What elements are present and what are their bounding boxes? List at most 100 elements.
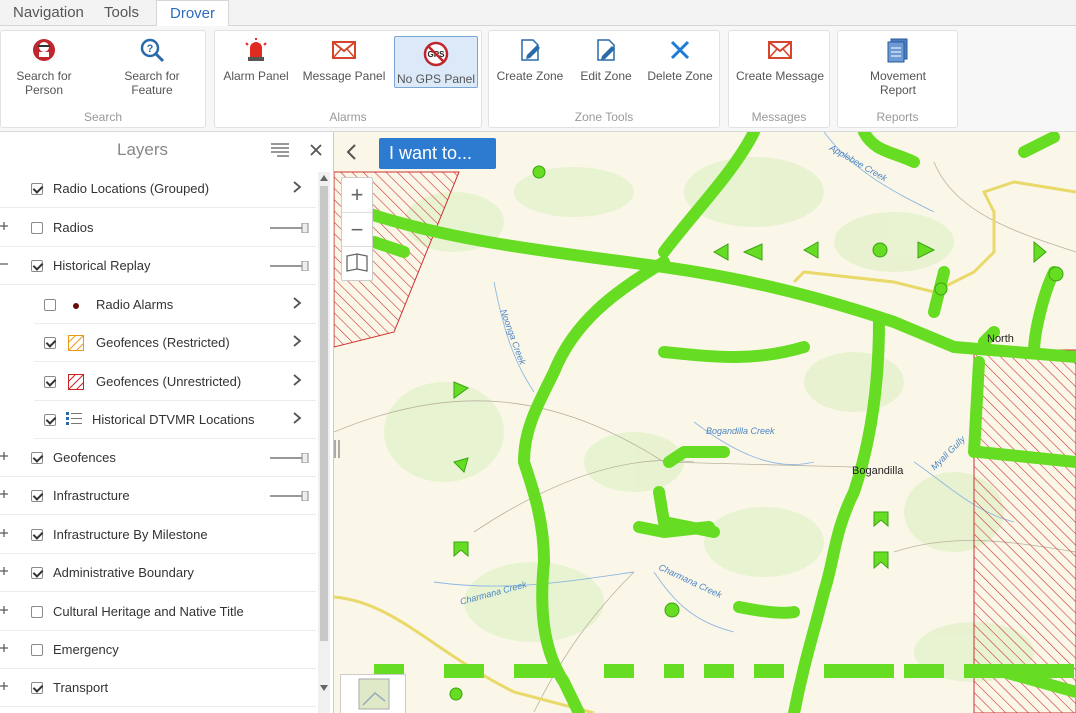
- panel-splitter-handle[interactable]: [334, 440, 340, 458]
- layer-label: Cultural Heritage and Native Title: [53, 604, 244, 619]
- tab-bar: Navigation Tools Drover: [0, 0, 1076, 27]
- layer-row-infrastructure[interactable]: Infrastructure: [0, 477, 316, 515]
- layer-row-transport[interactable]: Transport: [0, 669, 316, 707]
- layer-checkbox[interactable]: [44, 376, 56, 388]
- group-label-messages: Messages: [751, 110, 807, 124]
- expand-plus-icon[interactable]: [0, 566, 10, 576]
- search-for-feature-button[interactable]: ? Search for Feature: [117, 37, 187, 97]
- layer-checkbox[interactable]: [31, 222, 43, 234]
- layer-checkbox[interactable]: [44, 414, 56, 426]
- layer-row-radios[interactable]: Radios: [0, 209, 316, 247]
- group-label-zone-tools: Zone Tools: [574, 110, 634, 124]
- group-label-search: Search: [83, 110, 123, 124]
- chevron-right-icon[interactable]: [290, 373, 304, 387]
- orange-hatch-swatch-icon: [68, 335, 84, 351]
- layer-checkbox[interactable]: [31, 183, 43, 195]
- opacity-slider[interactable]: [270, 453, 310, 463]
- layer-row-administrative-boundary[interactable]: Administrative Boundary: [0, 554, 316, 592]
- zoom-out-button[interactable]: −: [342, 212, 372, 246]
- group-label-alarms: Alarms: [329, 110, 367, 124]
- layer-label: Geofences: [53, 450, 116, 465]
- ribbon-group-search: Search for Person ? Search for Feature S…: [0, 30, 206, 128]
- layer-label: Administrative Boundary: [53, 565, 194, 580]
- ribbon-group-messages: Create Message Messages: [728, 30, 830, 128]
- layers-scrollbar[interactable]: [318, 172, 330, 713]
- search-for-feature-label: Search for Feature: [124, 69, 180, 97]
- tab-navigation[interactable]: Navigation: [0, 0, 97, 26]
- chevron-right-icon[interactable]: [290, 296, 304, 310]
- movement-report-label: Movement Report: [869, 69, 927, 97]
- chevron-right-icon[interactable]: [290, 180, 304, 194]
- no-gps-panel-label: No GPS Panel: [396, 72, 476, 86]
- opacity-slider[interactable]: [270, 491, 310, 501]
- layer-checkbox[interactable]: [31, 644, 43, 656]
- delete-x-icon: [670, 40, 690, 60]
- collapse-minus-icon[interactable]: [0, 259, 10, 269]
- expand-plus-icon[interactable]: [0, 681, 10, 691]
- create-zone-button[interactable]: Create Zone: [495, 37, 565, 83]
- chevron-right-icon[interactable]: [290, 334, 304, 348]
- alarm-panel-button[interactable]: Alarm Panel: [221, 37, 291, 83]
- layer-label: Historical Replay: [53, 258, 151, 273]
- scroll-down-icon[interactable]: [320, 685, 328, 691]
- expand-plus-icon[interactable]: [0, 643, 10, 653]
- layer-checkbox[interactable]: [44, 299, 56, 311]
- layer-checkbox[interactable]: [31, 260, 43, 272]
- expand-plus-icon[interactable]: [0, 528, 10, 538]
- layer-checkbox[interactable]: [31, 490, 43, 502]
- expand-plus-icon[interactable]: [0, 605, 10, 615]
- layer-checkbox[interactable]: [31, 682, 43, 694]
- bookmark-button[interactable]: [342, 246, 372, 280]
- scrollbar-thumb[interactable]: [320, 186, 328, 641]
- opacity-slider[interactable]: [270, 223, 310, 233]
- layer-checkbox[interactable]: [31, 452, 43, 464]
- i-want-to-button[interactable]: I want to...: [379, 138, 496, 169]
- map-view[interactable]: North Bogandilla Applebee Creek Noonga C…: [334, 132, 1076, 713]
- menu-icon[interactable]: [271, 143, 289, 157]
- layer-checkbox[interactable]: [44, 337, 56, 349]
- layer-row-geofences[interactable]: Geofences: [0, 439, 316, 477]
- edit-zone-label: Edit Zone: [580, 69, 632, 83]
- no-gps-icon: GPS: [423, 41, 449, 67]
- map-canvas[interactable]: [334, 132, 1076, 713]
- close-icon[interactable]: [310, 144, 322, 156]
- scroll-up-icon[interactable]: [320, 175, 328, 181]
- message-panel-button[interactable]: Message Panel: [301, 37, 387, 83]
- basemap-thumbnail[interactable]: [340, 674, 406, 713]
- create-message-label: Create Message: [735, 69, 825, 83]
- layer-row-geofences-restricted[interactable]: Geofences (Restricted): [34, 324, 316, 362]
- delete-zone-button[interactable]: Delete Zone: [645, 37, 715, 83]
- layer-label: Radios: [53, 220, 94, 235]
- layer-row-geofences-unrestricted[interactable]: Geofences (Unrestricted): [34, 363, 316, 401]
- no-gps-panel-button[interactable]: GPS No GPS Panel: [394, 36, 478, 88]
- movement-report-button[interactable]: Movement Report: [862, 37, 934, 97]
- layer-checkbox[interactable]: [31, 606, 43, 618]
- layer-checkbox[interactable]: [31, 567, 43, 579]
- layer-row-radio-alarms[interactable]: Radio Alarms: [34, 286, 316, 324]
- edit-zone-button[interactable]: Edit Zone: [571, 37, 641, 83]
- layer-checkbox[interactable]: [31, 529, 43, 541]
- layer-row-radio-locations-grouped[interactable]: Radio Locations (Grouped): [0, 170, 316, 208]
- expand-plus-icon[interactable]: [0, 489, 10, 499]
- create-zone-icon: [521, 39, 540, 61]
- layer-row-cultural-heritage[interactable]: Cultural Heritage and Native Title: [0, 593, 316, 631]
- create-zone-label: Create Zone: [496, 69, 564, 83]
- layer-row-historical-dtvmr-locations[interactable]: Historical DTVMR Locations: [34, 401, 316, 439]
- chevron-left-icon[interactable]: [344, 142, 360, 162]
- message-panel-label: Message Panel: [302, 69, 386, 83]
- zoom-in-button[interactable]: +: [342, 178, 372, 212]
- tab-tools[interactable]: Tools: [91, 0, 152, 26]
- layer-row-emergency[interactable]: Emergency: [0, 631, 316, 669]
- layer-row-infrastructure-by-milestone[interactable]: Infrastructure By Milestone: [0, 516, 316, 554]
- expand-plus-icon[interactable]: [0, 221, 10, 231]
- search-for-person-button[interactable]: Search for Person: [9, 37, 79, 97]
- opacity-slider[interactable]: [270, 261, 310, 271]
- edit-zone-icon: [597, 39, 615, 61]
- chevron-right-icon[interactable]: [290, 411, 304, 425]
- layer-label: Infrastructure By Milestone: [53, 527, 208, 542]
- expand-plus-icon[interactable]: [0, 451, 10, 461]
- layer-row-historical-replay[interactable]: Historical Replay: [0, 247, 316, 285]
- tab-drover[interactable]: Drover: [156, 0, 230, 27]
- magnifier-question-icon: ?: [140, 38, 165, 63]
- create-message-button[interactable]: Create Message: [733, 37, 827, 83]
